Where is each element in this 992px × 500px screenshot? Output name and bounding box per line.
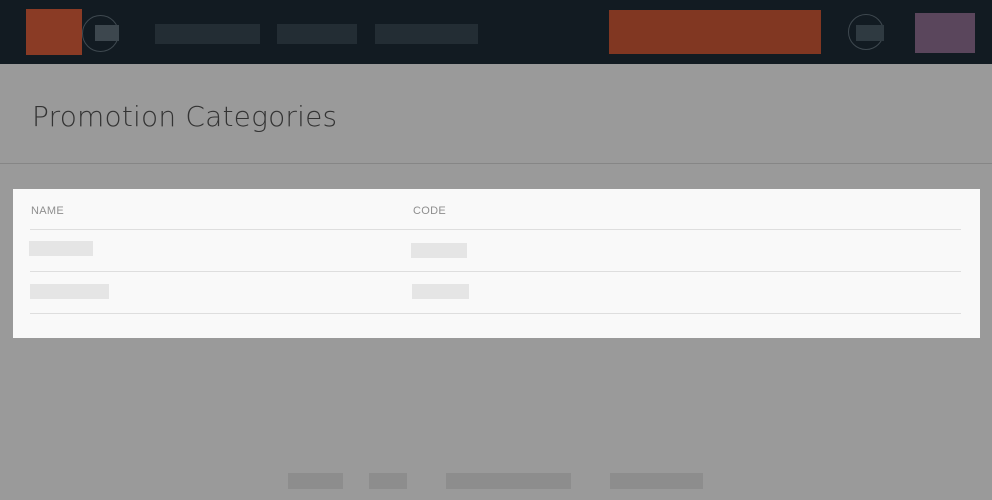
menu-icon <box>95 25 119 41</box>
table-cell-name <box>29 241 93 256</box>
nav-item-1[interactable] <box>155 24 260 44</box>
table-cell-code <box>411 243 467 258</box>
row-divider <box>30 313 961 314</box>
top-navigation-bar <box>0 0 992 64</box>
avatar[interactable] <box>915 13 975 53</box>
footer-link-3[interactable] <box>446 473 571 489</box>
table-cell-code <box>412 284 469 299</box>
footer-link-2[interactable] <box>369 473 407 489</box>
column-header-code[interactable]: CODE <box>413 205 446 217</box>
column-header-name[interactable]: NAME <box>31 205 64 217</box>
logo[interactable] <box>26 9 82 55</box>
account-button[interactable] <box>848 14 884 50</box>
menu-toggle-button[interactable] <box>82 15 119 52</box>
row-divider <box>30 271 961 272</box>
header-divider <box>30 229 961 230</box>
primary-action-button[interactable] <box>609 10 821 54</box>
footer-link-4[interactable] <box>610 473 703 489</box>
page-header: Promotion Categories <box>0 64 992 164</box>
promotion-categories-table: NAME CODE <box>13 189 980 338</box>
table-cell-name <box>30 284 109 299</box>
nav-item-3[interactable] <box>375 24 478 44</box>
footer-link-1[interactable] <box>288 473 343 489</box>
account-icon <box>856 25 884 41</box>
page-title: Promotion Categories <box>32 100 338 133</box>
nav-item-2[interactable] <box>277 24 357 44</box>
